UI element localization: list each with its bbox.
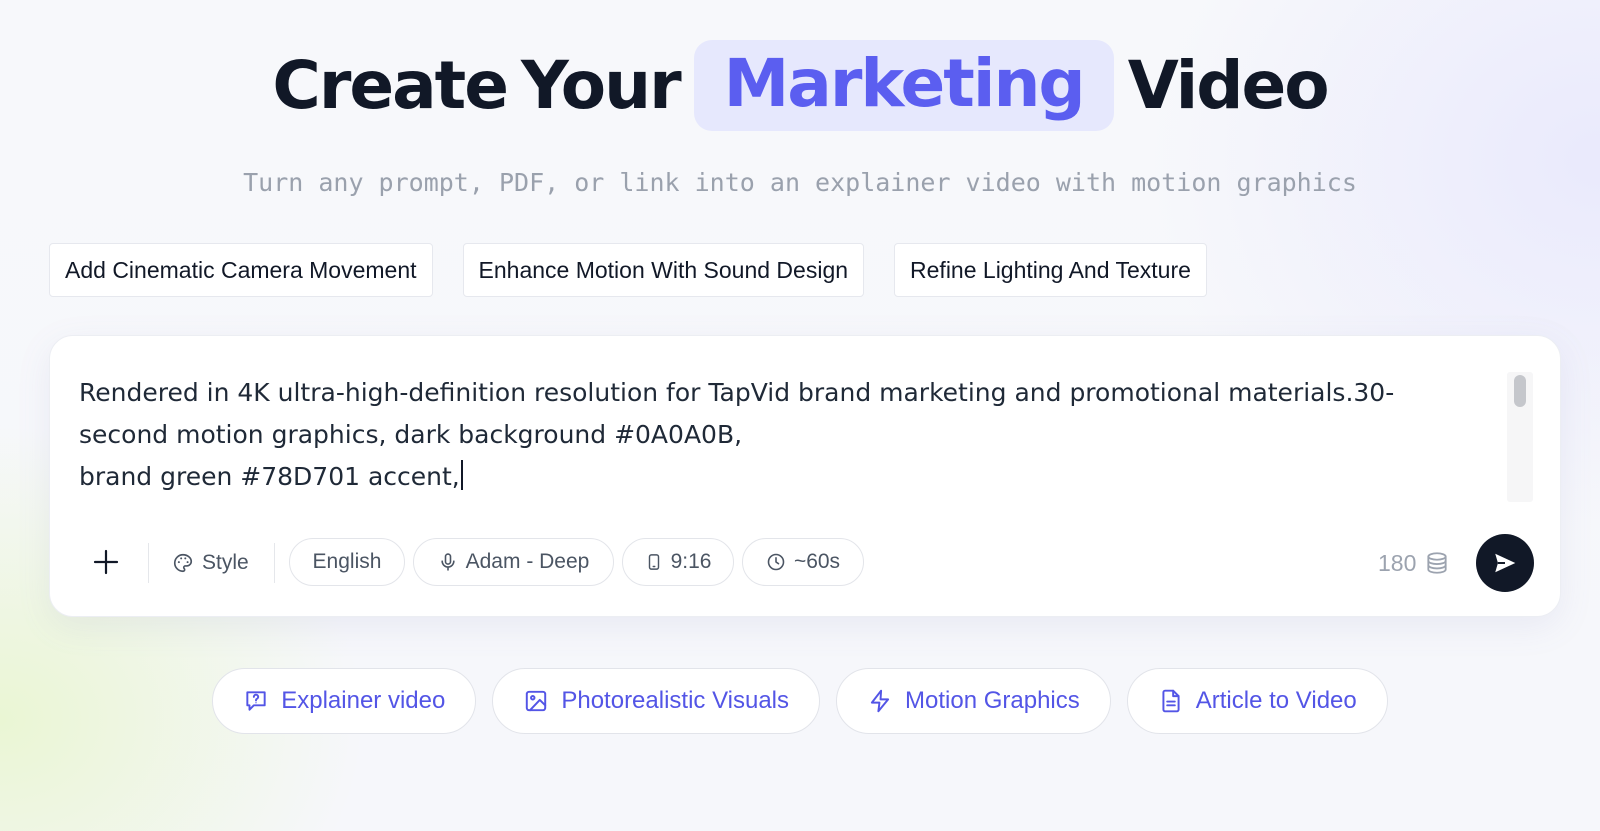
credits-counter: 180 — [1378, 540, 1450, 586]
mode-label: Motion Graphics — [905, 687, 1080, 714]
aspect-ratio-selector[interactable]: 9:16 — [622, 538, 734, 586]
microphone-icon — [441, 553, 455, 571]
suggestion-chip-lighting-texture[interactable]: Refine Lighting And Texture — [894, 243, 1207, 297]
language-selector[interactable]: English — [289, 538, 405, 586]
voice-selector[interactable]: Adam - Deep — [413, 538, 614, 586]
lightning-icon — [870, 689, 890, 713]
phone-icon — [648, 554, 659, 570]
credits-value: 180 — [1378, 549, 1417, 576]
image-icon — [526, 690, 547, 712]
clock-icon — [767, 553, 785, 571]
duration-selector[interactable]: ~60s — [742, 538, 864, 586]
aspect-ratio-label: 9:16 — [670, 550, 712, 573]
send-button[interactable] — [1476, 534, 1534, 592]
add-attachment-button[interactable] — [84, 540, 128, 584]
suggestion-chip-camera-movement[interactable]: Add Cinematic Camera Movement — [49, 243, 433, 297]
page-title: Create Your Marketing Video — [0, 40, 1600, 131]
document-icon — [1162, 689, 1180, 713]
mode-label: Photorealistic Visuals — [561, 687, 790, 714]
prompt-toolbar: Style English Adam - Deep 9:16 ~60s 180 — [50, 534, 1560, 592]
title-word-your: Your — [521, 46, 682, 124]
toolbar-divider — [274, 543, 275, 583]
palette-icon — [174, 553, 193, 573]
mode-explainer-video[interactable]: Explainer video — [212, 668, 477, 734]
mode-label: Explainer video — [281, 687, 446, 714]
title-word-create: Create — [272, 46, 509, 124]
mode-photorealistic-visuals[interactable]: Photorealistic Visuals — [492, 668, 821, 734]
prompt-scrollbar-thumb[interactable] — [1514, 375, 1526, 407]
title-highlight-marketing: Marketing — [693, 40, 1114, 131]
mode-article-to-video[interactable]: Article to Video — [1126, 668, 1388, 734]
text-caret — [460, 460, 463, 490]
plus-icon — [93, 549, 119, 575]
coins-icon — [1427, 552, 1447, 574]
mode-label: Article to Video — [1195, 687, 1357, 714]
prompt-card: Rendered in 4K ultra-high-definition res… — [49, 335, 1561, 617]
duration-label: ~60s — [793, 550, 841, 573]
mode-chips: Explainer video Photorealistic Visuals M… — [0, 668, 1600, 734]
prompt-input[interactable]: Rendered in 4K ultra-high-definition res… — [79, 372, 1479, 502]
question-message-icon — [246, 691, 266, 711]
voice-label: Adam - Deep — [465, 550, 590, 573]
prompt-input-text: Rendered in 4K ultra-high-definition res… — [79, 378, 1395, 491]
mode-motion-graphics[interactable]: Motion Graphics — [836, 668, 1111, 734]
language-label: English — [312, 550, 382, 573]
title-word-video: Video — [1127, 46, 1330, 124]
page-subtitle: Turn any prompt, PDF, or link into an ex… — [243, 168, 1357, 197]
style-button[interactable]: Style — [172, 540, 249, 586]
style-label: Style — [202, 551, 249, 574]
prompt-scrollbar[interactable] — [1507, 372, 1533, 502]
suggestion-chip-sound-design[interactable]: Enhance Motion With Sound Design — [462, 243, 865, 297]
suggestion-chips: Add Cinematic Camera Movement Enhance Mo… — [49, 243, 1207, 297]
toolbar-divider — [148, 543, 149, 583]
send-icon — [1495, 553, 1516, 573]
